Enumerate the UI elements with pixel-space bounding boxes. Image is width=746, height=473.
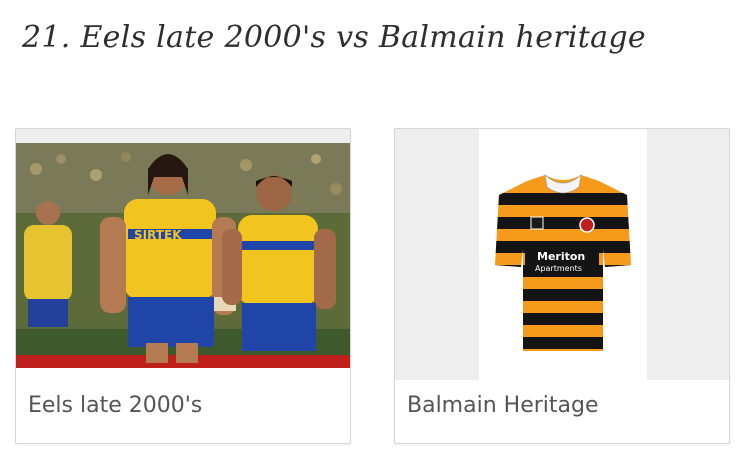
eels-photo: SIRTEK	[16, 129, 350, 380]
page-heading: 21. Eels late 2000's vs Balmain heritage	[22, 20, 646, 55]
svg-text:Meriton: Meriton	[537, 250, 585, 263]
svg-text:Apartments: Apartments	[535, 264, 582, 273]
card-eels[interactable]: SIRTEK Eels late 2000's	[15, 128, 351, 444]
card-caption: Balmain Heritage	[407, 393, 599, 418]
card-caption: Eels late 2000's	[28, 393, 203, 418]
card-balmain[interactable]: Meriton Apartments Balmain Heritage	[394, 128, 730, 444]
balmain-jersey-image: Meriton Apartments	[395, 129, 729, 380]
svg-text:SIRTEK: SIRTEK	[134, 228, 182, 242]
